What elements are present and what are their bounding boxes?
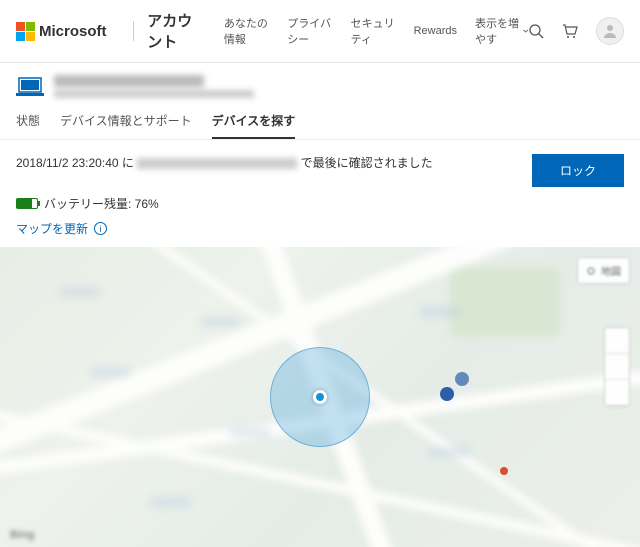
nav-rewards[interactable]: Rewards	[414, 15, 457, 47]
last-seen-suffix: で最後に確認されました	[301, 156, 433, 170]
microsoft-logo[interactable]: Microsoft	[16, 22, 107, 41]
last-seen-location-redacted	[137, 158, 297, 169]
refresh-map-link[interactable]: マップを更新	[16, 220, 88, 237]
target-icon	[586, 266, 596, 276]
header-nav: あなたの情報 プライバシー セキュリティ Rewards 表示を増やす	[224, 15, 528, 47]
map-provider-logo: Bing	[10, 529, 34, 541]
map-point-red	[500, 467, 508, 475]
device-name	[54, 75, 254, 98]
search-icon[interactable]	[528, 23, 544, 39]
section-title: アカウント	[147, 10, 206, 52]
nav-privacy[interactable]: プライバシー	[287, 15, 332, 47]
nav-security[interactable]: セキュリティ	[351, 15, 396, 47]
battery-icon	[16, 198, 38, 209]
nav-your-info[interactable]: あなたの情報	[224, 15, 269, 47]
nav-more-label: 表示を増やす	[475, 15, 520, 47]
last-seen-timestamp: 2018/11/2 23:20:40 に	[16, 156, 134, 170]
tab-status[interactable]: 状態	[16, 112, 40, 139]
last-seen-text: 2018/11/2 23:20:40 に で最後に確認されました	[16, 154, 433, 172]
zoom-extra-button[interactable]	[605, 380, 629, 406]
location-accuracy-circle	[270, 347, 370, 447]
battery-label: バッテリー残量: 76%	[44, 195, 159, 212]
location-dot	[313, 390, 327, 404]
lock-button[interactable]: ロック	[532, 154, 624, 187]
zoom-out-button[interactable]	[605, 354, 629, 380]
brand-text: Microsoft	[39, 23, 107, 40]
cart-icon[interactable]	[562, 23, 578, 39]
tab-info-support[interactable]: デバイス情報とサポート	[60, 112, 192, 139]
device-map[interactable]: 地図 Bing	[0, 247, 640, 547]
laptop-icon	[16, 77, 44, 97]
map-type-label: 地図	[601, 263, 621, 278]
info-icon[interactable]: i	[94, 222, 107, 235]
user-avatar[interactable]	[596, 17, 624, 45]
map-type-control[interactable]: 地図	[577, 257, 630, 284]
map-zoom-control[interactable]	[604, 327, 630, 407]
header-divider	[133, 21, 134, 41]
person-icon	[602, 23, 618, 39]
map-point	[440, 387, 454, 401]
device-tabs: 状態 デバイス情報とサポート デバイスを探す	[0, 106, 640, 140]
nav-more[interactable]: 表示を増やす	[475, 15, 528, 47]
ms-logo-icon	[16, 22, 35, 41]
map-point	[455, 372, 469, 386]
zoom-in-button[interactable]	[605, 328, 629, 354]
tab-find-device[interactable]: デバイスを探す	[212, 112, 296, 139]
